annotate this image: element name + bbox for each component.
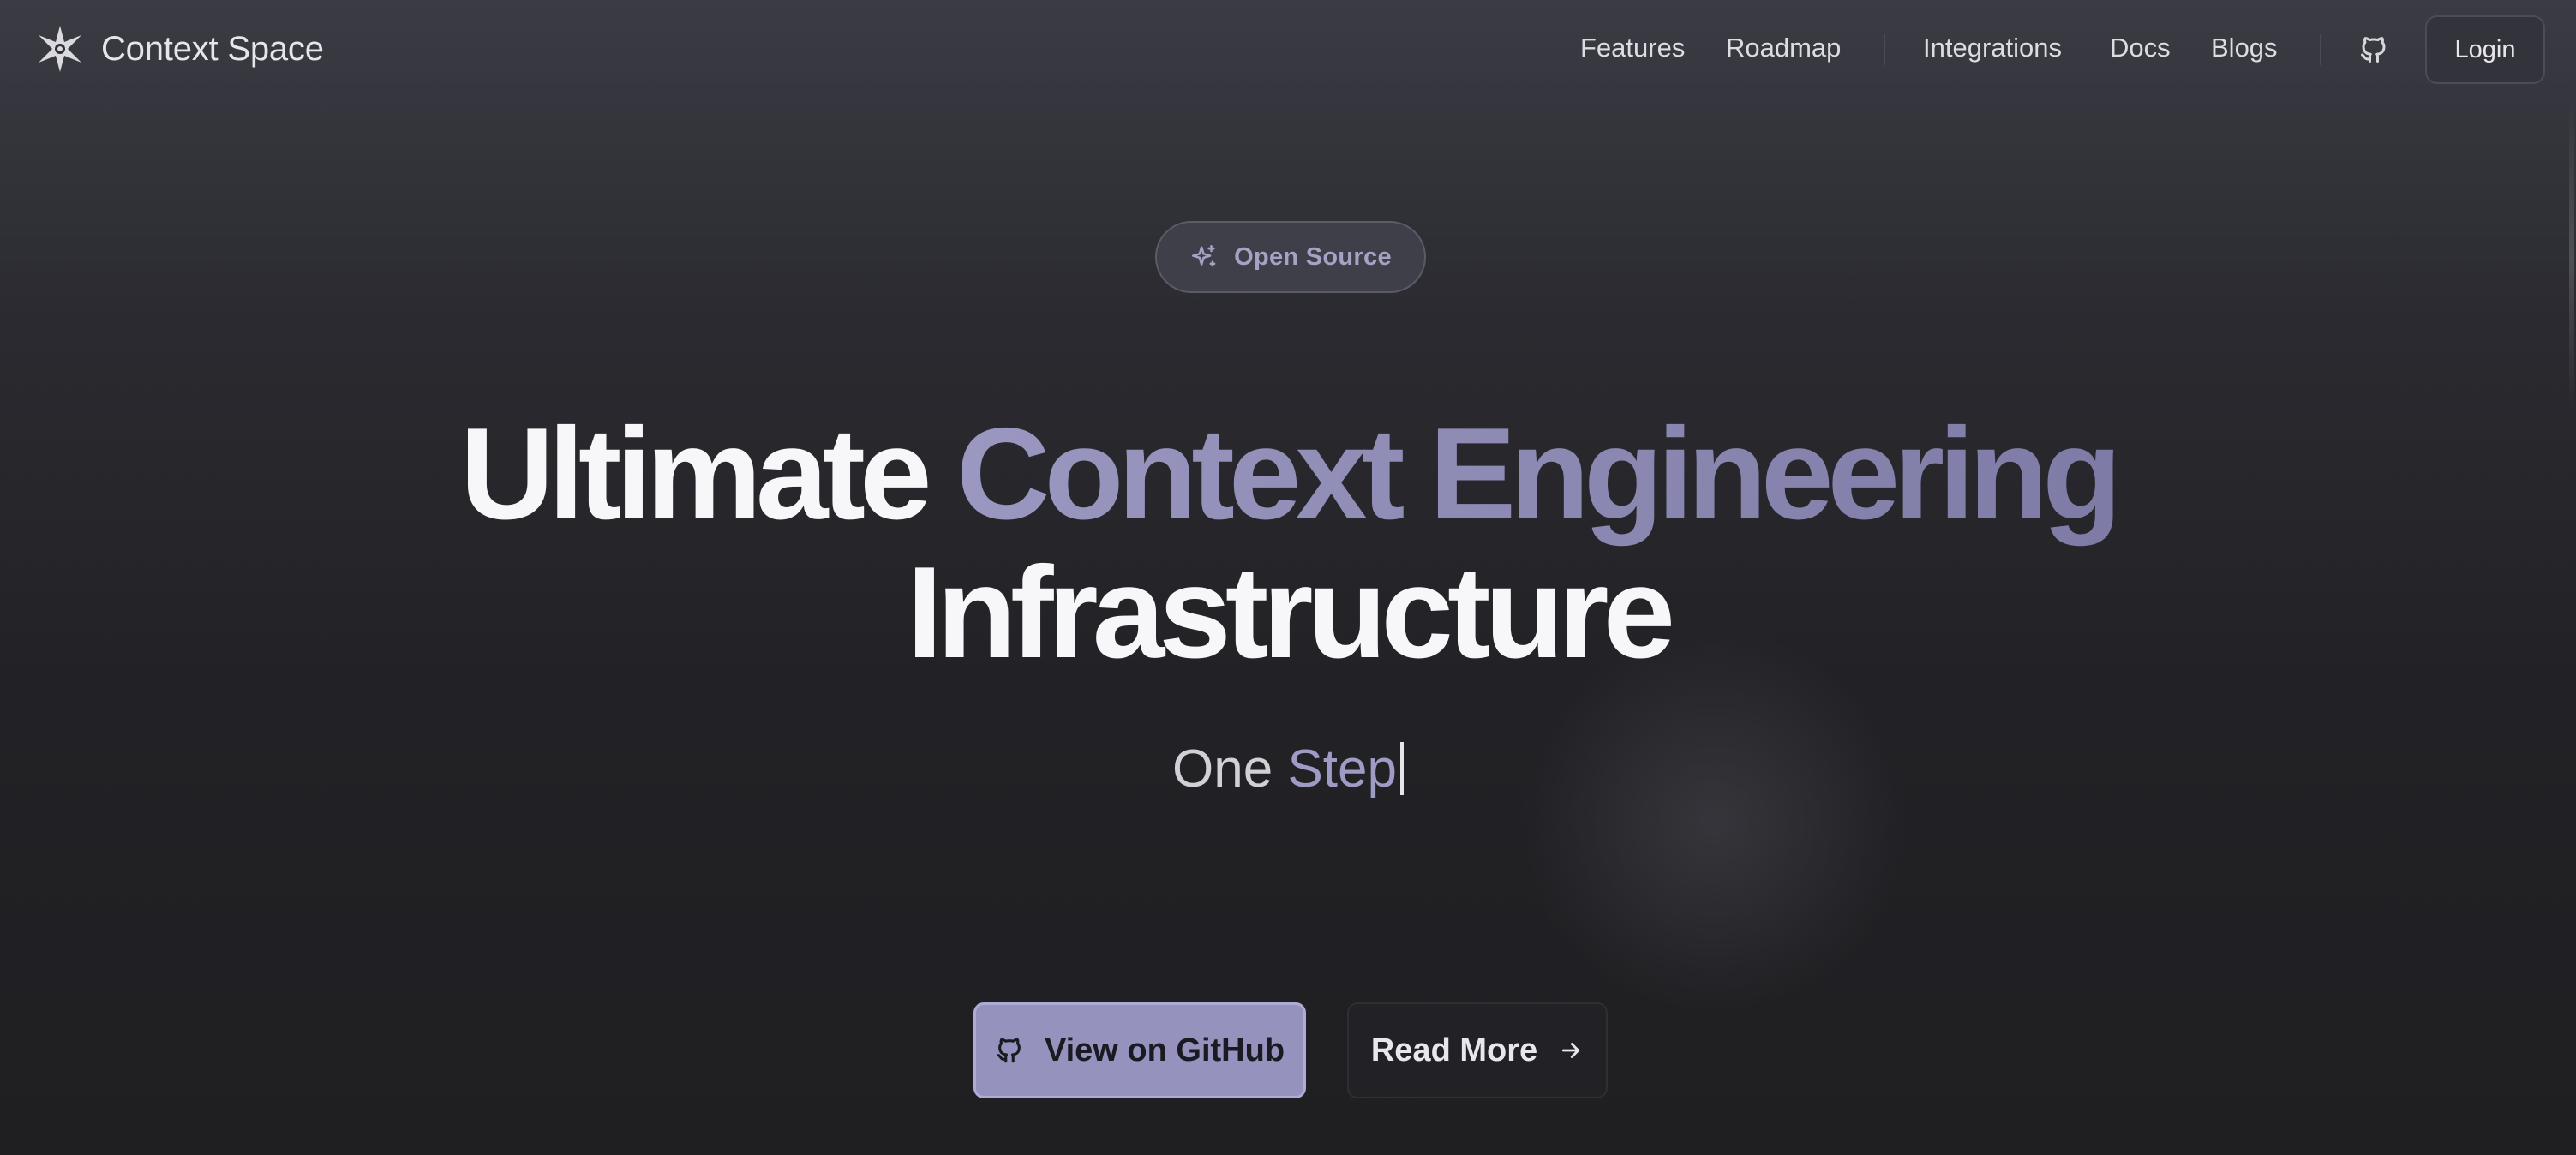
- nav-item-integrations[interactable]: Integrations: [1923, 33, 2062, 63]
- typing-cursor: [1399, 742, 1404, 795]
- nav-item-docs[interactable]: Docs: [2110, 33, 2171, 63]
- github-icon: [997, 1038, 1021, 1063]
- github-icon[interactable]: [2358, 34, 2389, 65]
- view-on-github-button[interactable]: View on GitHub: [973, 1002, 1306, 1098]
- nav-item-features[interactable]: Features: [1580, 33, 1685, 63]
- view-on-github-label: View on GitHub: [1044, 1032, 1285, 1068]
- nav-item-roadmap[interactable]: Roadmap: [1726, 33, 1841, 63]
- sparkle-star-icon: [39, 26, 81, 72]
- hero-headline-line2: Infrastructure: [906, 540, 1675, 685]
- nav-divider: [2320, 34, 2321, 65]
- hero-headline-white: Ultimate: [459, 401, 932, 547]
- read-more-button[interactable]: Read More: [1347, 1002, 1608, 1098]
- badge-label: Open Source: [1234, 242, 1392, 271]
- top-navigation-bar: Context Space Features Roadmap Integrati…: [0, 0, 2576, 101]
- hero-tagline: One Step: [0, 739, 2576, 799]
- tagline-prefix: One: [1172, 739, 1273, 799]
- brand-name: Context Space: [101, 29, 324, 68]
- open-source-badge[interactable]: Open Source: [1155, 221, 1426, 293]
- tagline-accent: Step: [1287, 739, 1397, 799]
- arrow-right-icon: [1562, 1043, 1580, 1058]
- brand-link[interactable]: Context Space: [34, 23, 324, 75]
- hero-headline-accent: Context Engineering: [956, 401, 2122, 547]
- read-more-label: Read More: [1370, 1032, 1538, 1068]
- login-button[interactable]: Login: [2425, 15, 2545, 84]
- scrollbar[interactable]: [2569, 103, 2574, 411]
- nav-item-blogs[interactable]: Blogs: [2211, 33, 2278, 63]
- sparkles-icon: [1192, 244, 1216, 267]
- hero-headline: Ultimate Context Engineering: [0, 401, 2576, 547]
- nav-divider: [1884, 34, 1885, 65]
